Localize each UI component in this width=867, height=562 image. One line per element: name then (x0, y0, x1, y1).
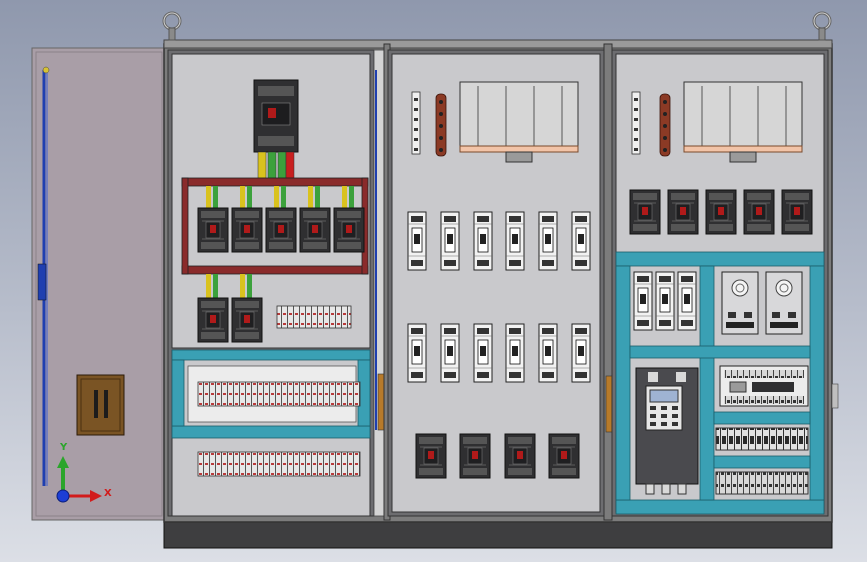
fuse-holder-12[interactable] (571, 323, 591, 383)
fuse-holder-7[interactable] (407, 323, 427, 383)
door-latch[interactable] (37, 263, 47, 301)
plc-module[interactable] (719, 365, 809, 407)
right-breaker-3[interactable] (705, 189, 737, 235)
right-fuse-holder-1[interactable] (633, 271, 653, 331)
fuse-holder-4[interactable] (505, 211, 525, 271)
ground-bar-right (631, 91, 641, 155)
fuse-holder-8[interactable] (440, 323, 460, 383)
middle-breaker-2[interactable] (459, 433, 491, 479)
main-breaker[interactable] (253, 79, 299, 153)
cable-duct-right (683, 81, 803, 163)
fuse-holder-2[interactable] (440, 211, 460, 271)
fuse-holder-10[interactable] (505, 323, 525, 383)
fuse-holder-11[interactable] (538, 323, 558, 383)
fuse-holder-6[interactable] (571, 211, 591, 271)
right-fuse-holder-2[interactable] (655, 271, 675, 331)
fuse-holder-3[interactable] (473, 211, 493, 271)
feeder-breaker-3[interactable] (265, 207, 297, 253)
right-breaker-1[interactable] (629, 189, 661, 235)
feeder-breaker-1[interactable] (197, 207, 229, 253)
middle-breaker-4[interactable] (548, 433, 580, 479)
left-section (167, 49, 375, 517)
vfd-drive[interactable] (635, 367, 699, 495)
door-document-pocket[interactable] (76, 374, 125, 436)
right-section (611, 49, 829, 517)
lifting-eye-left (162, 11, 182, 41)
feeder-breaker-5[interactable] (333, 207, 365, 253)
vfd-screen (649, 389, 679, 403)
small-breaker-2[interactable] (231, 297, 263, 343)
right-breaker-4[interactable] (743, 189, 775, 235)
cable-duct-middle (459, 81, 579, 163)
middle-breaker-1[interactable] (415, 433, 447, 479)
feeder-breaker-4[interactable] (299, 207, 331, 253)
terminal-strip-1 (197, 381, 361, 407)
power-supply-1[interactable] (721, 271, 759, 335)
lifting-eye-right (812, 11, 832, 41)
right-fuse-holder-3[interactable] (677, 271, 697, 331)
feeder-breaker-2[interactable] (231, 207, 263, 253)
terminal-block-small (276, 305, 352, 329)
right-breaker-2[interactable] (667, 189, 699, 235)
middle-breaker-3[interactable] (504, 433, 536, 479)
right-breaker-5[interactable] (781, 189, 813, 235)
terminal-strip-right-1 (715, 427, 809, 451)
power-supply-2[interactable] (765, 271, 803, 335)
fuse-holder-1[interactable] (407, 211, 427, 271)
middle-section (387, 49, 605, 517)
terminal-strip-right-2 (715, 471, 809, 495)
x-axis-label: X (104, 488, 112, 499)
cabinet-drawing (31, 11, 839, 549)
fuse-holder-9[interactable] (473, 323, 493, 383)
cabinet-door[interactable] (31, 47, 167, 521)
ground-bar-middle (411, 91, 421, 155)
small-breaker-1[interactable] (197, 297, 229, 343)
y-axis-label: Y (60, 442, 68, 453)
cabinet-plinth (163, 519, 833, 549)
fuse-holder-5[interactable] (538, 211, 558, 271)
right-edge-latch[interactable] (831, 383, 839, 409)
terminal-strip-2 (197, 451, 361, 477)
z-axis-dot (56, 489, 70, 503)
